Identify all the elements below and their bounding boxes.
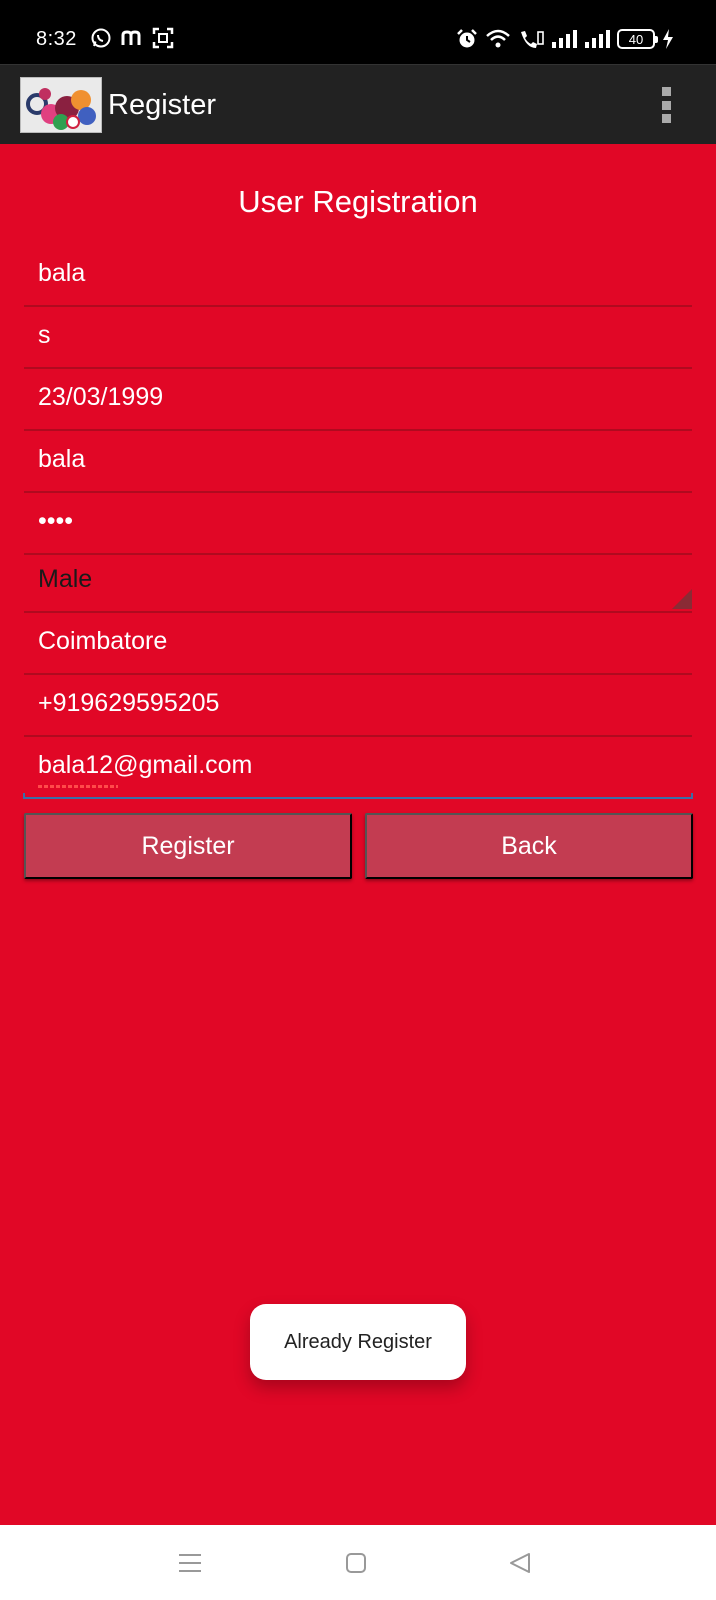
battery-icon: 40 <box>617 29 658 49</box>
first-name-value[interactable]: bala <box>38 259 678 288</box>
spellcheck-underline <box>38 785 118 788</box>
app-logo <box>20 77 102 133</box>
app-title: Register <box>108 89 216 121</box>
dob-field[interactable]: 23/03/1999 <box>24 369 692 431</box>
notification-icons <box>90 27 174 49</box>
gender-value[interactable]: Male <box>38 565 678 594</box>
username-value[interactable]: bala <box>38 445 678 474</box>
dob-value[interactable]: 23/03/1999 <box>38 383 678 412</box>
phone-value[interactable]: +919629595205 <box>38 689 678 718</box>
menu-dot <box>661 100 671 110</box>
charging-icon <box>662 28 674 50</box>
register-button[interactable]: Register <box>24 813 352 879</box>
whatsapp-icon <box>90 27 112 49</box>
alarm-icon <box>456 28 478 50</box>
navigation-bar <box>0 1525 716 1600</box>
email-value[interactable]: bala12@gmail.com <box>38 751 678 780</box>
password-field[interactable]: •••• <box>24 493 692 555</box>
scan-icon <box>152 27 174 49</box>
last-name-value[interactable]: s <box>38 321 678 350</box>
back-icon[interactable] <box>502 1545 538 1581</box>
menu-dot <box>661 87 671 96</box>
email-field[interactable]: bala12@gmail.com <box>23 737 693 799</box>
m-app-icon <box>120 27 144 49</box>
back-button[interactable]: Back <box>365 813 693 879</box>
wifi-icon <box>485 28 511 50</box>
menu-dot <box>661 114 671 123</box>
status-time: 8:32 <box>36 28 77 50</box>
toast-message: Already Register <box>250 1304 466 1380</box>
action-bar: Register <box>0 64 716 144</box>
dropdown-arrow-icon <box>672 589 692 609</box>
system-icons: 40 <box>456 28 674 50</box>
username-field[interactable]: bala <box>24 431 692 493</box>
city-value[interactable]: Coimbatore <box>38 627 678 656</box>
wifi-calling-icon <box>518 28 544 50</box>
phone-field[interactable]: +919629595205 <box>24 675 692 737</box>
home-icon[interactable] <box>338 1545 374 1581</box>
password-value[interactable]: •••• <box>38 507 678 536</box>
status-bar: 8:32 40 <box>0 0 716 64</box>
recents-menu-icon[interactable] <box>172 1545 208 1581</box>
gender-spinner[interactable]: Male <box>24 551 692 613</box>
overflow-menu-icon[interactable] <box>656 87 676 123</box>
signal-icon <box>584 28 610 50</box>
signal-icon <box>551 28 577 50</box>
city-field[interactable]: Coimbatore <box>24 613 692 675</box>
form-title: User Registration <box>238 184 478 219</box>
last-name-field[interactable]: s <box>24 307 692 369</box>
first-name-field[interactable]: bala <box>24 245 692 307</box>
